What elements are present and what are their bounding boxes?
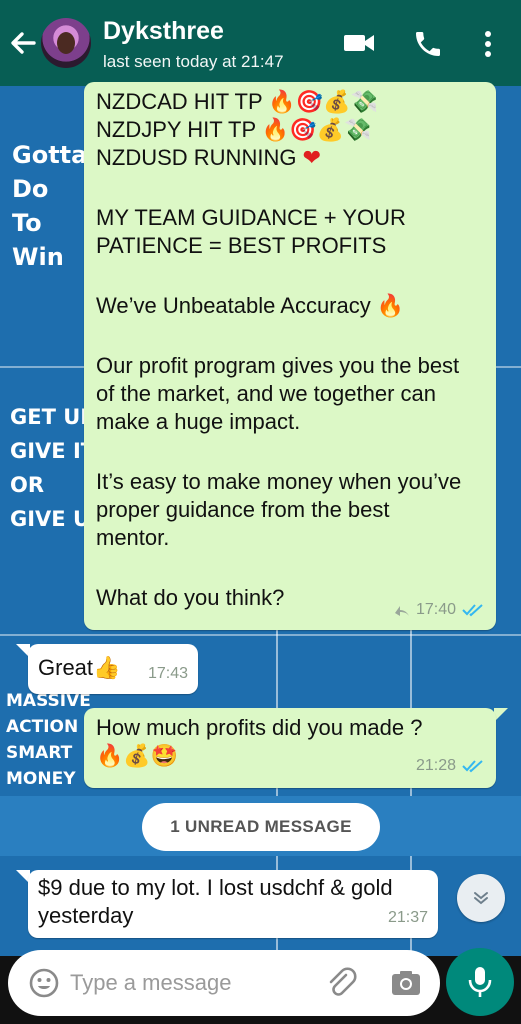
message-bubble-incoming[interactable]: $9 due to my lot. I lost usdchf & gold y… <box>28 870 438 938</box>
fire-emoji-icon: 🔥 <box>96 744 124 770</box>
unread-messages-banner: 1 UNREAD MESSAGE <box>142 803 380 851</box>
wallpaper-text: MASSIVE ACTION SMART MONEY <box>6 691 91 789</box>
message-line: yesterday <box>38 903 134 928</box>
message-time: 21:28 <box>415 757 456 774</box>
contact-last-seen: last seen today at 21:47 <box>103 52 284 71</box>
money-bag-emoji-icon: 💰 <box>316 118 345 144</box>
message-line: make a huge impact. <box>96 409 301 434</box>
wallpaper-text: Gotta Do To Win <box>12 141 88 271</box>
message-line: NZDCAD HIT TP 🔥🎯💰💸 <box>96 89 378 116</box>
money-wings-emoji-icon: 💸 <box>344 118 372 144</box>
emoji-icon[interactable] <box>28 967 60 999</box>
star-struck-emoji-icon: 🤩 <box>150 744 179 770</box>
target-emoji-icon: 🎯 <box>289 118 317 144</box>
message-bubble-outgoing[interactable]: NZDCAD HIT TP 🔥🎯💰💸 NZDJPY HIT TP 🔥🎯💰💸 NZ… <box>84 82 496 630</box>
double-check-icon <box>462 760 483 773</box>
message-line: proper guidance from the best <box>96 497 390 522</box>
phone-icon[interactable] <box>412 28 444 60</box>
message-line: NZDJPY HIT TP 🔥🎯💰💸 <box>96 117 372 144</box>
message-time: 21:37 <box>387 909 428 926</box>
fire-emoji-icon: 🔥 <box>261 118 290 144</box>
back-arrow-icon[interactable] <box>8 26 38 60</box>
contact-name[interactable]: Dyksthree <box>103 17 224 46</box>
money-bag-emoji-icon: 💰 <box>123 744 151 770</box>
message-line: NZDUSD RUNNING ❤ <box>96 145 322 172</box>
heart-emoji-icon: ❤ <box>302 146 322 172</box>
message-meta: 17:40 <box>394 596 484 624</box>
message-time: 17:40 <box>415 601 456 618</box>
money-wings-emoji-icon: 💸 <box>350 90 378 116</box>
message-line: Our profit program gives you the best <box>96 353 460 378</box>
video-call-icon[interactable] <box>343 28 375 58</box>
chat-header: Dyksthree last seen today at 21:47 <box>0 0 521 86</box>
microphone-icon <box>468 967 492 997</box>
double-check-icon <box>462 604 483 617</box>
message-line: PATIENCE = BEST PROFITS <box>96 233 387 258</box>
contact-avatar[interactable] <box>41 18 91 68</box>
message-time: 17:43 <box>147 665 188 682</box>
message-meta: 17:43 <box>148 660 188 688</box>
message-line: mentor. <box>96 525 170 550</box>
message-input[interactable] <box>70 962 310 1004</box>
thumbs-up-emoji-icon: 👍 <box>93 656 121 682</box>
message-line: $9 due to my lot. I lost usdchf & gold <box>38 875 393 900</box>
scroll-to-bottom-button[interactable] <box>457 874 505 922</box>
message-bubble-outgoing[interactable]: How much profits did you made ? 🔥💰🤩 21:2… <box>84 708 496 788</box>
more-options-icon[interactable] <box>478 28 498 60</box>
message-line: of the market, and we together can <box>96 381 436 406</box>
message-composer <box>8 950 440 1016</box>
message-line: It’s easy to make money when you’ve <box>96 469 462 494</box>
target-emoji-icon: 🎯 <box>295 90 324 116</box>
fire-emoji-icon: 🔥 <box>268 90 296 116</box>
message-line: MY TEAM GUIDANCE + YOUR <box>96 205 406 230</box>
chevron-down-icon <box>474 892 488 905</box>
attachment-icon[interactable] <box>324 966 358 1000</box>
fire-emoji-icon: 🔥 <box>376 294 405 320</box>
message-meta: 21:37 <box>388 904 428 932</box>
money-bag-emoji-icon: 💰 <box>323 90 351 116</box>
message-line: We’ve Unbeatable Accuracy 🔥 <box>96 293 405 320</box>
message-meta: 21:28 <box>416 752 484 780</box>
camera-icon[interactable] <box>390 967 422 999</box>
forwarded-icon <box>394 606 409 616</box>
message-text: How much profits did you made ? <box>96 715 423 740</box>
message-bubble-incoming[interactable]: Great👍 17:43 <box>28 644 198 694</box>
voice-record-button[interactable] <box>446 948 514 1016</box>
